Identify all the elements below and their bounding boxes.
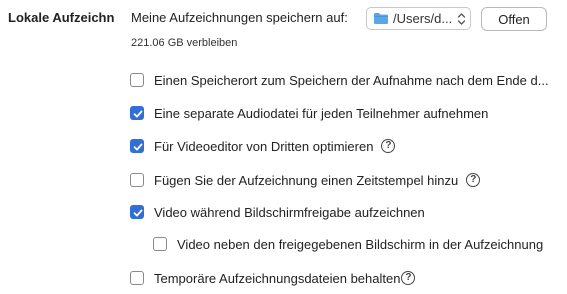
option-label: Einen Speicherort zum Speichern der Aufn… xyxy=(154,72,549,88)
option-choose-location[interactable]: Einen Speicherort zum Speichern der Aufn… xyxy=(130,70,549,90)
question-circle-icon[interactable]: ? xyxy=(381,139,396,153)
option-separate-audio[interactable]: Eine separate Audiodatei für jeden Teiln… xyxy=(130,103,488,123)
option-third-party-editor[interactable]: Für Videoeditor von Dritten optimieren ? xyxy=(130,136,396,156)
question-circle-icon[interactable]: ? xyxy=(401,271,416,285)
folder-icon xyxy=(374,13,388,24)
option-timestamp[interactable]: Fügen Sie der Aufzeichnung einen Zeitste… xyxy=(130,170,481,190)
option-keep-temp-files[interactable]: Temporäre Aufzeichnungsdateien behalten … xyxy=(130,268,416,288)
option-label: Temporäre Aufzeichnungsdateien behalten xyxy=(154,270,401,286)
save-location-select[interactable]: /Users/d... xyxy=(366,7,471,30)
free-space-text: 221.06 GB verbleiben xyxy=(131,37,238,49)
checkmark-icon xyxy=(133,209,143,217)
checkmark-icon xyxy=(133,110,143,118)
save-location-path: /Users/d... xyxy=(393,11,453,26)
option-label: Eine separate Audiodatei für jeden Teiln… xyxy=(154,105,489,121)
option-label: Fügen Sie der Aufzeichnung einen Zeitste… xyxy=(154,172,459,188)
save-location-label: Meine Aufzeichnungen speichern auf: xyxy=(131,10,348,25)
checkbox-record-during-share[interactable] xyxy=(130,205,144,219)
option-label: Video neben den freigegebenen Bildschirm… xyxy=(177,236,544,252)
checkbox-video-next-to-share[interactable] xyxy=(153,237,167,251)
option-label: Video während Bildschirmfreigabe aufzeic… xyxy=(154,204,425,220)
checkbox-timestamp[interactable] xyxy=(130,173,144,187)
checkbox-separate-audio[interactable] xyxy=(130,106,144,120)
open-folder-button[interactable]: Offen xyxy=(481,7,547,31)
option-label: Für Videoeditor von Dritten optimieren xyxy=(154,138,374,154)
checkmark-icon xyxy=(133,143,143,151)
question-circle-icon[interactable]: ? xyxy=(466,173,481,187)
option-record-during-share[interactable]: Video während Bildschirmfreigabe aufzeic… xyxy=(130,202,425,222)
checkbox-choose-location[interactable] xyxy=(130,73,144,87)
checkbox-keep-temp-files[interactable] xyxy=(130,271,144,285)
updown-chevron-icon xyxy=(457,13,466,25)
section-title: Lokale Aufzeichn xyxy=(8,10,115,25)
option-video-next-to-share[interactable]: Video neben den freigegebenen Bildschirm… xyxy=(153,234,543,254)
checkbox-third-party-editor[interactable] xyxy=(130,139,144,153)
